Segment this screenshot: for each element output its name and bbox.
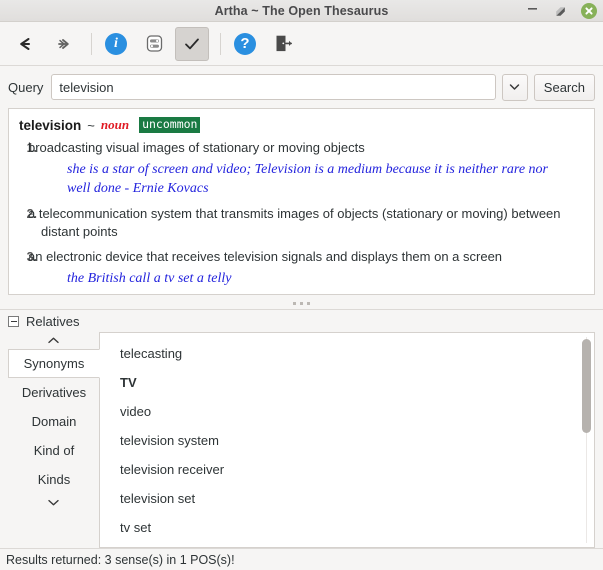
sense-text: an electronic device that receives telev… (28, 249, 503, 265)
check-icon (185, 38, 199, 49)
list-item-label: television set (120, 491, 196, 506)
query-label: Query (8, 79, 44, 95)
scrollbar-thumb[interactable] (582, 339, 591, 433)
headword-separator: ~ (87, 117, 95, 133)
list-item[interactable]: television receiver (100, 455, 594, 484)
definition-header: television ~ noun uncommon (19, 117, 584, 133)
tab-derivatives[interactable]: Derivatives (8, 378, 99, 407)
sense-text: a telecommunication system that transmit… (28, 205, 561, 240)
main-toolbar: i ? (0, 22, 603, 66)
minimize-icon (527, 8, 537, 10)
toolbar-separator-1 (91, 32, 92, 55)
info-button[interactable]: i (99, 27, 133, 61)
tab-label: Kinds (37, 472, 71, 487)
relatives-scrollbar[interactable] (582, 337, 591, 543)
tab-label: Derivatives (21, 385, 87, 400)
help-button[interactable]: ? (228, 27, 262, 61)
sense-block: 2. a telecommunication system that trans… (19, 205, 584, 243)
tab-kind-of[interactable]: Kind of (8, 436, 99, 465)
minimize-button[interactable] (525, 2, 539, 21)
list-item[interactable]: telecasting (100, 339, 594, 368)
help-icon: ? (234, 32, 256, 55)
tab-kinds[interactable]: Kinds (8, 465, 99, 494)
sense-block: 3. an electronic device that receives te… (19, 248, 584, 289)
chevron-up-icon (48, 337, 59, 344)
sense-row: 1. broadcasting visual images of station… (19, 139, 584, 158)
arrow-right-icon (58, 38, 69, 49)
maximize-button[interactable] (553, 4, 567, 18)
sense-text: broadcasting visual images of stationary… (28, 140, 365, 155)
relatives-list[interactable]: telecasting TV video television system t… (100, 332, 595, 548)
collapse-icon[interactable] (8, 316, 19, 327)
definition-content: television ~ noun uncommon 1. broadcasti… (9, 109, 594, 294)
list-item-label: video (120, 404, 152, 419)
notification-settings-icon (146, 35, 162, 52)
list-item[interactable]: television set (100, 484, 594, 513)
maximize-icon (555, 6, 565, 16)
chevron-down-icon (510, 84, 520, 90)
splitter-dot (293, 302, 296, 305)
toolbar-separator-2 (220, 32, 221, 55)
info-icon: i (105, 32, 127, 55)
query-bar: Query television Search (0, 66, 603, 108)
toggle-check-button[interactable] (175, 26, 209, 61)
relatives-panel: Synonyms Derivatives Domain Kind of Kind… (0, 332, 603, 548)
sense-example: she is a star of screen and video; Telev… (67, 161, 548, 196)
query-history-dropdown[interactable] (501, 73, 528, 101)
tab-label: Kind of (33, 443, 75, 458)
part-of-speech: noun (100, 117, 130, 132)
query-input[interactable]: television (51, 74, 496, 100)
list-item-label: TV (120, 375, 137, 390)
notifications-button[interactable] (137, 27, 171, 61)
headword: television (19, 117, 82, 133)
status-bar: Results returned: 3 sense(s) in 1 POS(s)… (0, 548, 603, 570)
app-window: Artha ~ The Open Thesaurus i ? Query tel… (0, 0, 603, 570)
list-item-label: tv set (120, 520, 152, 535)
splitter-dot (307, 302, 310, 305)
forward-button[interactable] (46, 27, 80, 61)
window-controls (525, 0, 597, 22)
definition-pane[interactable]: television ~ noun uncommon 1. broadcasti… (8, 108, 595, 295)
tab-label: Synonyms (23, 356, 85, 371)
chevron-down-icon (48, 499, 59, 506)
tab-scroll-up-button[interactable] (8, 332, 99, 349)
tab-label: Domain (31, 414, 77, 429)
list-item[interactable]: TV (100, 368, 594, 397)
list-item-label: telecasting (120, 346, 183, 361)
sense-example: the British call a tv set a telly (67, 271, 232, 287)
close-button[interactable] (581, 3, 597, 19)
list-item[interactable]: video (100, 397, 594, 426)
relatives-expander[interactable]: Relatives (0, 310, 603, 332)
list-item-label: television system (120, 433, 219, 448)
back-button[interactable] (8, 27, 42, 61)
list-item[interactable]: tv set (100, 513, 594, 542)
arrow-left-icon (20, 37, 30, 50)
window-titlebar: Artha ~ The Open Thesaurus (0, 0, 603, 22)
relatives-list-inner: telecasting TV video television system t… (100, 333, 594, 542)
sense-row: 2. a telecommunication system that trans… (19, 205, 584, 243)
query-input-value: television (59, 79, 114, 95)
tab-scroll-down-button[interactable] (8, 494, 99, 511)
relatives-title: Relatives (26, 314, 80, 329)
search-button[interactable]: Search (533, 73, 595, 101)
list-item[interactable]: television system (100, 426, 594, 455)
tab-synonyms[interactable]: Synonyms (8, 349, 100, 378)
list-item-label: television receiver (120, 462, 225, 477)
status-text: Results returned: 3 sense(s) in 1 POS(s)… (6, 552, 235, 567)
window-title: Artha ~ The Open Thesaurus (214, 3, 389, 18)
relatives-tabstrip: Synonyms Derivatives Domain Kind of Kind… (8, 332, 100, 548)
tab-domain[interactable]: Domain (8, 407, 99, 436)
frequency-badge: uncommon (139, 117, 201, 133)
pane-splitter[interactable] (0, 298, 603, 309)
sense-row: 3. an electronic device that receives te… (19, 248, 584, 267)
sense-block: 1. broadcasting visual images of station… (19, 139, 584, 199)
quit-button[interactable] (266, 27, 300, 61)
splitter-dot (300, 302, 303, 305)
exit-icon (276, 35, 292, 52)
close-icon (585, 7, 593, 15)
